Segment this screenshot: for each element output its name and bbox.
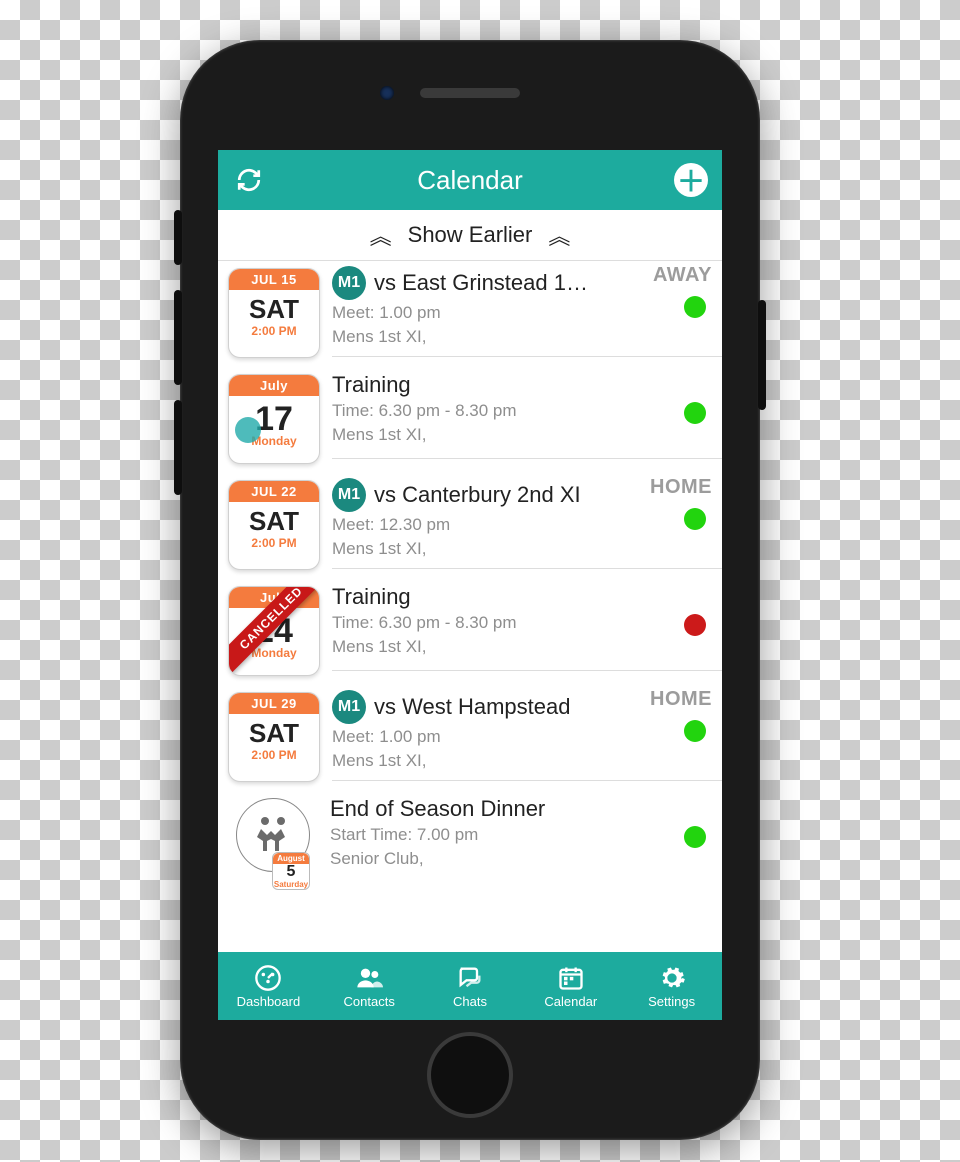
status-dot bbox=[684, 614, 706, 636]
date-tile: July 24 Monday CANCELLED bbox=[228, 586, 320, 676]
chats-icon bbox=[455, 964, 485, 992]
event-title: Training bbox=[332, 372, 672, 398]
status-dot bbox=[684, 508, 706, 530]
event-body: Training Time: 6.30 pm - 8.30 pm Mens 1s… bbox=[332, 372, 722, 459]
mini-day: 5 bbox=[287, 864, 296, 880]
dashboard-icon bbox=[253, 964, 283, 992]
date-time: 2:00 PM bbox=[251, 324, 296, 338]
volume-up-button bbox=[174, 290, 182, 385]
home-button[interactable] bbox=[427, 1032, 513, 1118]
tab-label: Contacts bbox=[344, 994, 395, 1009]
location-tag: HOME bbox=[650, 688, 712, 711]
team-badge: M1 bbox=[332, 690, 366, 724]
event-title: Training bbox=[332, 584, 672, 610]
contacts-icon bbox=[354, 964, 384, 992]
date-day: 24 bbox=[255, 614, 293, 648]
tab-label: Dashboard bbox=[237, 994, 301, 1009]
date-tile: JUL 22 SAT 2:00 PM bbox=[228, 480, 320, 570]
tab-settings[interactable]: Settings bbox=[621, 952, 722, 1020]
status-dot bbox=[684, 296, 706, 318]
tab-label: Settings bbox=[648, 994, 695, 1009]
date-mid: SAT bbox=[249, 508, 299, 534]
team-badge: M1 bbox=[332, 478, 366, 512]
event-row[interactable]: JUL 22 SAT 2:00 PM M1 vs Canterbury 2nd … bbox=[218, 472, 722, 578]
date-time: 2:00 PM bbox=[251, 748, 296, 762]
event-subtitle: Meet: 12.30 pm bbox=[332, 514, 722, 536]
event-title: vs Canterbury 2nd XI bbox=[374, 482, 581, 508]
event-subtitle: Time: 6.30 pm - 8.30 pm bbox=[332, 400, 722, 422]
event-title: vs West Hampstead bbox=[374, 694, 570, 720]
tab-label: Calendar bbox=[544, 994, 597, 1009]
plus-icon: ＋ bbox=[677, 160, 705, 200]
show-earlier-button[interactable]: ︽ Show Earlier ︽ bbox=[218, 210, 722, 261]
phone-frame: Calendar ＋ ︽ Show Earlier ︽ JUL 15 SAT 2… bbox=[180, 40, 760, 1140]
status-dot bbox=[684, 826, 706, 848]
power-button bbox=[758, 300, 766, 410]
date-mid: SAT bbox=[249, 720, 299, 746]
event-team: Mens 1st XI, bbox=[332, 424, 722, 446]
event-title: End of Season Dinner bbox=[330, 796, 670, 822]
event-subtitle: Start Time: 7.00 pm bbox=[330, 824, 722, 846]
event-team: Senior Club, bbox=[330, 848, 722, 870]
date-tile: JUL 29 SAT 2:00 PM bbox=[228, 692, 320, 782]
mini-date-tile: August 5 Saturday bbox=[272, 852, 310, 890]
show-earlier-label: Show Earlier bbox=[408, 222, 533, 248]
tab-contacts[interactable]: Contacts bbox=[319, 952, 420, 1020]
event-subtitle: Time: 6.30 pm - 8.30 pm bbox=[332, 612, 722, 634]
event-team: Mens 1st XI, bbox=[332, 750, 722, 772]
chevron-up-icon: ︽ bbox=[370, 219, 392, 251]
date-top: July bbox=[229, 375, 319, 396]
calendar-icon bbox=[556, 964, 586, 992]
date-top: July bbox=[229, 587, 319, 608]
add-button[interactable]: ＋ bbox=[674, 163, 708, 197]
social-event-tile: August 5 Saturday bbox=[228, 798, 318, 888]
tab-label: Chats bbox=[453, 994, 487, 1009]
event-subtitle: Meet: 1.00 pm bbox=[332, 302, 722, 324]
navbar: Calendar ＋ bbox=[218, 150, 722, 210]
date-mid: SAT bbox=[249, 296, 299, 322]
event-title: vs East Grinstead 1… bbox=[374, 270, 588, 296]
side-button bbox=[174, 210, 182, 265]
event-list[interactable]: JUL 15 SAT 2:00 PM M1 vs East Grinstead … bbox=[218, 260, 722, 952]
date-top: JUL 29 bbox=[229, 693, 319, 714]
status-dot bbox=[684, 402, 706, 424]
event-subtitle: Meet: 1.00 pm bbox=[332, 726, 722, 748]
status-dot bbox=[684, 720, 706, 742]
event-body: Training Time: 6.30 pm - 8.30 pm Mens 1s… bbox=[332, 584, 722, 671]
event-team: Mens 1st XI, bbox=[332, 538, 722, 560]
event-body: End of Season Dinner Start Time: 7.00 pm… bbox=[330, 796, 722, 882]
location-tag: AWAY bbox=[653, 264, 712, 287]
date-tile: July 17 Monday bbox=[228, 374, 320, 464]
refresh-icon bbox=[236, 167, 262, 193]
refresh-button[interactable] bbox=[232, 163, 266, 197]
gear-icon bbox=[657, 964, 687, 992]
tab-calendar[interactable]: Calendar bbox=[520, 952, 621, 1020]
event-row[interactable]: July 17 Monday Training Time: 6.30 pm - … bbox=[218, 366, 722, 472]
front-camera bbox=[380, 86, 394, 100]
event-team: Mens 1st XI, bbox=[332, 326, 722, 348]
date-top: JUL 15 bbox=[229, 269, 319, 290]
speaker bbox=[420, 88, 520, 98]
location-tag: HOME bbox=[650, 476, 712, 499]
recurring-icon bbox=[235, 417, 261, 443]
chevron-up-icon: ︽ bbox=[548, 219, 570, 251]
event-row[interactable]: July 24 Monday CANCELLED Training Time: … bbox=[218, 578, 722, 684]
tab-dashboard[interactable]: Dashboard bbox=[218, 952, 319, 1020]
event-team: Mens 1st XI, bbox=[332, 636, 722, 658]
app-screen: Calendar ＋ ︽ Show Earlier ︽ JUL 15 SAT 2… bbox=[218, 150, 722, 1020]
tab-bar: Dashboard Contacts Chats Calendar Settin… bbox=[218, 952, 722, 1020]
page-title: Calendar bbox=[417, 165, 523, 196]
event-row[interactable]: JUL 15 SAT 2:00 PM M1 vs East Grinstead … bbox=[218, 260, 722, 366]
event-row[interactable]: JUL 29 SAT 2:00 PM M1 vs West Hampstead … bbox=[218, 684, 722, 790]
tab-chats[interactable]: Chats bbox=[420, 952, 521, 1020]
team-badge: M1 bbox=[332, 266, 366, 300]
volume-down-button bbox=[174, 400, 182, 495]
event-row[interactable]: August 5 Saturday End of Season Dinner S… bbox=[218, 790, 722, 896]
date-top: JUL 22 bbox=[229, 481, 319, 502]
date-time: 2:00 PM bbox=[251, 536, 296, 550]
mini-dow: Saturday bbox=[274, 880, 308, 889]
date-tile: JUL 15 SAT 2:00 PM bbox=[228, 268, 320, 358]
date-dow: Monday bbox=[251, 646, 296, 660]
